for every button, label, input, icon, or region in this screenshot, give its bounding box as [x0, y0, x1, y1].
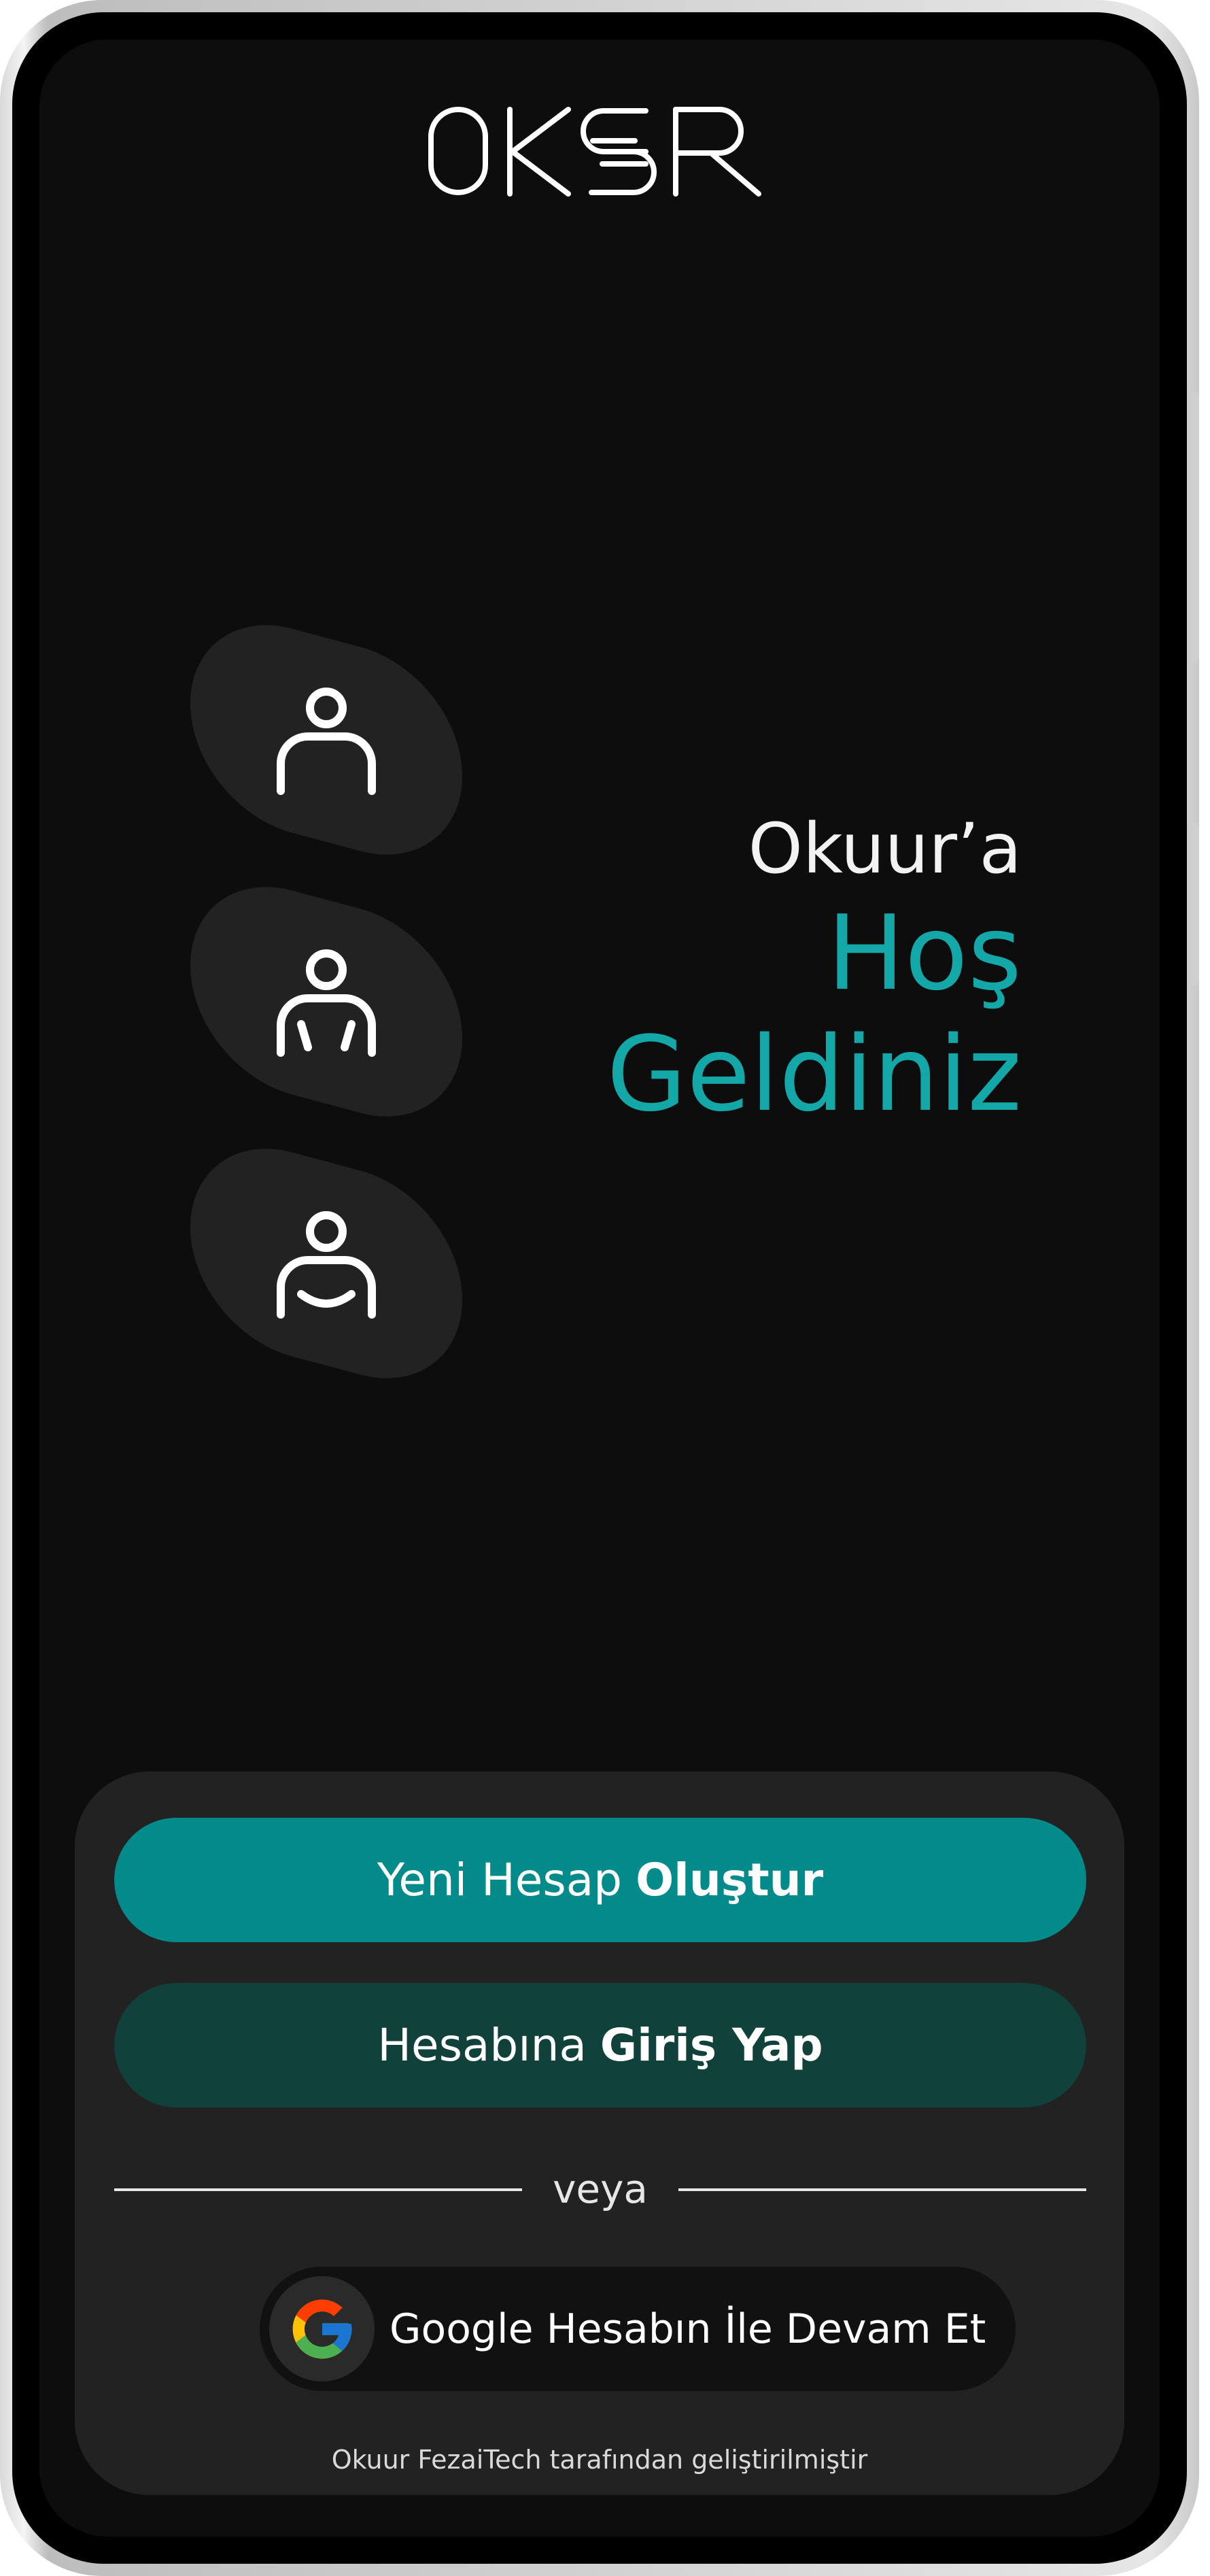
divider-line-right [678, 2188, 1086, 2191]
welcome-line-3: Geldiniz [606, 1014, 1022, 1134]
person-smile-icon [277, 1211, 376, 1319]
create-account-label-bold: Oluştur [636, 1854, 824, 1906]
person-arms-icon [277, 949, 376, 1057]
or-divider: veya [114, 2162, 1086, 2216]
avatar-card-1 [190, 601, 462, 879]
login-label: Hesabına [377, 2019, 587, 2071]
avatar-card-2 [190, 863, 462, 1140]
phone-volume-button [1188, 391, 1199, 663]
google-signin-label: Google Hesabın İle Devam Et [390, 2305, 986, 2353]
create-account-button[interactable]: Yeni Hesap Oluştur [114, 1818, 1086, 1942]
login-label-bold: Giriş Yap [600, 2019, 823, 2071]
welcome-line-1: Okuur’a [748, 809, 1022, 889]
login-button[interactable]: Hesabına Giriş Yap [114, 1983, 1086, 2107]
google-logo-badge [269, 2276, 375, 2382]
app-screen: Okuur’a Hoş Geldiniz Yeni Hesap Oluştur … [39, 39, 1160, 2537]
auth-panel: Yeni Hesap Oluştur Hesabına Giriş Yap ve… [75, 1772, 1124, 2495]
welcome-line-2: Hoş [827, 893, 1022, 1013]
google-icon [292, 2299, 351, 2358]
phone-power-button [1188, 823, 1199, 986]
welcome-heading: Okuur’a Hoş Geldiniz [606, 815, 1022, 1126]
person-icon [277, 688, 376, 795]
avatar-card-3 [190, 1125, 462, 1402]
create-account-label: Yeni Hesap [377, 1854, 623, 1906]
okuur-logo [428, 107, 761, 197]
google-signin-button[interactable]: Google Hesabın İle Devam Et [260, 2267, 1016, 2391]
footer-credit: Okuur FezaiTech tarafından geliştirilmiş… [331, 2445, 868, 2475]
